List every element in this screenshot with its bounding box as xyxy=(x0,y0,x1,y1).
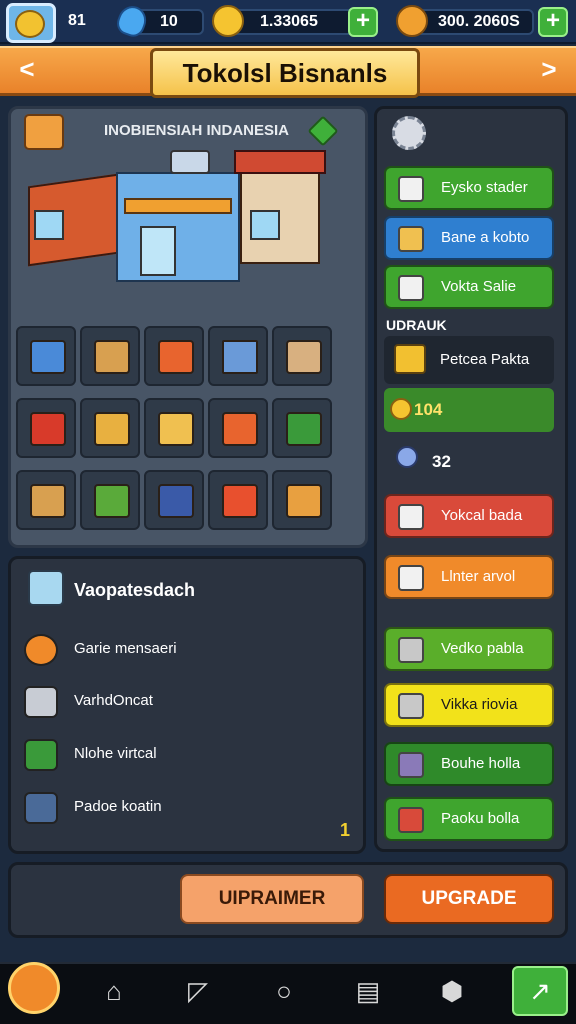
cash-coin-icon xyxy=(396,5,428,37)
action-button-3[interactable]: Vedko pabla xyxy=(384,627,554,671)
box-icon[interactable]: ⬢ xyxy=(436,975,468,1007)
cash-value: 300. 2060S xyxy=(438,13,520,30)
feature-item[interactable]: Nlohe virtcal xyxy=(24,739,344,771)
stack-icon xyxy=(398,693,424,719)
home-icon[interactable]: ⌂ xyxy=(98,975,130,1007)
cash-bundle-icon xyxy=(24,739,58,771)
item-tile[interactable] xyxy=(144,326,204,386)
next-arrow-button[interactable]: > xyxy=(534,54,564,84)
gem-balance: 32 xyxy=(432,452,451,471)
item-tile[interactable] xyxy=(16,398,76,458)
item-tile[interactable] xyxy=(80,398,140,458)
store-name: INOBIENSIAH INDANESIA xyxy=(104,122,290,139)
crate-icon xyxy=(398,752,424,778)
notes-icon[interactable]: ▤ xyxy=(352,975,384,1007)
item-tile[interactable] xyxy=(144,470,204,530)
feature-item[interactable]: Garie mensaeri xyxy=(24,634,344,666)
action-button-4[interactable]: Vikka riovia xyxy=(384,683,554,727)
add-coins-button[interactable]: + xyxy=(348,7,378,37)
action-button-1[interactable]: Yokcal bada xyxy=(384,494,554,538)
store-buildings-illustration xyxy=(20,150,356,310)
back-arrow-button[interactable]: < xyxy=(12,54,42,84)
item-tile[interactable] xyxy=(272,470,332,530)
tools-icon xyxy=(398,226,424,252)
item-tile[interactable] xyxy=(80,470,140,530)
box-icon xyxy=(398,176,424,202)
side-button-3[interactable]: Vokta Salie xyxy=(384,265,554,309)
coin-icon xyxy=(212,5,244,37)
features-count: 1 xyxy=(340,820,351,840)
info-item: Petcea Pakta xyxy=(384,336,554,384)
coin-balance: 104 xyxy=(384,388,554,432)
back-icon[interactable]: ◸ xyxy=(182,975,214,1007)
add-cash-button[interactable]: + xyxy=(538,7,568,37)
player-avatar[interactable] xyxy=(8,962,60,1014)
page-title: Tokolsl Bisnanls xyxy=(150,48,420,98)
side-button-1[interactable]: Eysko stader xyxy=(384,166,554,210)
item-tile[interactable] xyxy=(144,398,204,458)
box-icon xyxy=(398,565,424,591)
coin-icon xyxy=(390,398,412,420)
gem-icon xyxy=(396,446,418,468)
action-button-6[interactable]: Paoku bolla xyxy=(384,797,554,841)
feature-item[interactable]: VarhdOncat xyxy=(24,686,344,718)
arrow-out-button[interactable]: ↗ xyxy=(512,966,568,1016)
profile-avatar[interactable] xyxy=(6,3,56,43)
item-tile[interactable] xyxy=(272,398,332,458)
section-label: UDRAUK xyxy=(386,317,447,333)
item-tile[interactable] xyxy=(80,326,140,386)
level-value: 81 xyxy=(68,12,86,29)
item-tile[interactable] xyxy=(16,470,76,530)
item-tile[interactable] xyxy=(272,326,332,386)
store-badge-icon xyxy=(24,114,64,150)
item-tile[interactable] xyxy=(208,326,268,386)
crate-icon xyxy=(394,344,426,374)
circle-home-icon[interactable]: ○ xyxy=(268,975,300,1007)
crate-icon xyxy=(24,686,58,718)
item-tile[interactable] xyxy=(16,326,76,386)
features-title: Vaopatesdach xyxy=(74,580,196,600)
feature-item[interactable]: Padoe koatin xyxy=(24,792,344,824)
action-button-5[interactable]: Bouhe holla xyxy=(384,742,554,786)
cart-icon xyxy=(398,807,424,833)
gems-value: 10 xyxy=(160,13,178,30)
badge-icon xyxy=(24,634,58,666)
action-button-2[interactable]: Llnter arvol xyxy=(384,555,554,599)
stack-icon xyxy=(398,637,424,663)
package-icon xyxy=(28,570,64,606)
item-tile[interactable] xyxy=(208,470,268,530)
item-tile[interactable] xyxy=(208,398,268,458)
box-icon xyxy=(398,275,424,301)
side-button-2[interactable]: Bane a kobto xyxy=(384,216,554,260)
vault-icon xyxy=(24,792,58,824)
upgrade-button[interactable]: UPGRADE xyxy=(384,874,554,924)
settings-gear-icon[interactable] xyxy=(392,116,426,150)
upgrade-alt-button[interactable]: UIPRAIMER xyxy=(180,874,364,924)
coins-counter: 1.33065 xyxy=(224,9,364,35)
box-icon xyxy=(398,504,424,530)
coins-value: 1.33065 xyxy=(260,13,318,30)
